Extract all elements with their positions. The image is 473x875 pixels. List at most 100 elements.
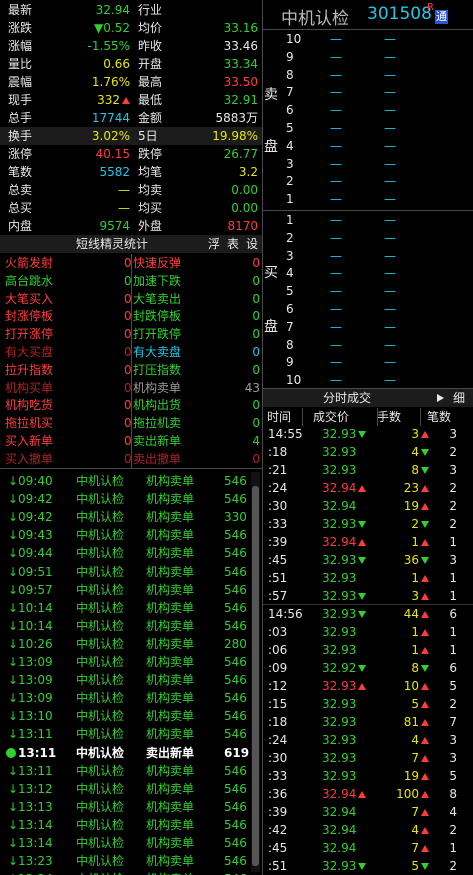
signal-label[interactable]: 买入新单 (5, 432, 53, 450)
signal-label[interactable]: 机构卖单 (133, 379, 181, 397)
tick-row[interactable]: :51 32.93 1 1 (264, 569, 473, 587)
signal-label[interactable]: 大笔卖出 (133, 290, 181, 308)
signal-label[interactable]: 加速下跌 (133, 272, 181, 290)
buy-level[interactable]: 7 — — (284, 318, 473, 336)
sell-level[interactable]: 2 — — (284, 172, 473, 190)
signal-label[interactable]: 火箭发射 (5, 254, 53, 272)
buy-level[interactable]: 3 — — (284, 247, 473, 265)
tick-row[interactable]: 14:55 32.93 3 3 (264, 425, 473, 443)
buy-level[interactable]: 2 — — (284, 229, 473, 247)
settings-tab[interactable]: 设 (246, 235, 258, 253)
tong-badge[interactable]: 通 (435, 10, 448, 24)
sell-level[interactable]: 3 — — (284, 155, 473, 173)
buy-level[interactable]: 5 — — (284, 282, 473, 300)
event-row[interactable]: ↓ 13:11 中机认检 机构卖单 546 (0, 762, 250, 780)
signal-label[interactable]: 有大卖盘 (133, 343, 181, 361)
buy-level[interactable]: 9 — — (284, 353, 473, 371)
sell-level[interactable]: 10 — — (284, 30, 473, 48)
tick-row[interactable]: :03 32.93 1 1 (264, 623, 473, 641)
event-row[interactable]: ↓ 13:09 中机认检 机构卖单 546 (0, 671, 250, 689)
tick-row[interactable]: :39 32.94 7 4 (264, 803, 473, 821)
event-row[interactable]: ↓ 13:14 中机认检 机构卖单 546 (0, 816, 250, 834)
event-row[interactable]: ↓ 09:43 中机认检 机构卖单 546 (0, 526, 250, 544)
event-list-scrollbar[interactable] (251, 472, 260, 872)
event-row[interactable]: ↓ 09:57 中机认检 机构卖单 546 (0, 581, 250, 599)
scrollbar-thumb[interactable] (252, 486, 259, 866)
signal-label[interactable]: 机构吃货 (5, 396, 53, 414)
tick-row[interactable]: :18 32.93 4 2 (264, 443, 473, 461)
event-row[interactable]: ↓ 13:09 中机认检 机构卖单 546 (0, 653, 250, 671)
event-row[interactable]: ↓ 10:14 中机认检 机构卖单 546 (0, 617, 250, 635)
tick-row[interactable]: :06 32.93 1 1 (264, 641, 473, 659)
event-row[interactable]: ↓ 13:13 中机认检 机构卖单 546 (0, 798, 250, 816)
tick-row[interactable]: :33 32.93 2 2 (264, 515, 473, 533)
detail-button[interactable]: 细 (453, 389, 465, 407)
signal-label[interactable]: 拖拉机买 (5, 414, 53, 432)
signal-label[interactable]: 打开涨停 (5, 325, 53, 343)
signal-label[interactable]: 卖出新单 (133, 432, 181, 450)
signal-label[interactable]: 机构出货 (133, 396, 181, 414)
event-row[interactable]: ↓ 09:42 中机认检 机构卖单 546 (0, 490, 250, 508)
tick-row[interactable]: :24 32.93 4 3 (264, 731, 473, 749)
sell-level[interactable]: 1 — — (284, 190, 473, 208)
signal-label[interactable]: 有大买盘 (5, 343, 53, 361)
signal-label[interactable]: 封涨停板 (5, 307, 53, 325)
tick-row[interactable]: :36 32.94 100 8 (264, 785, 473, 803)
tick-row[interactable]: :33 32.93 19 5 (264, 767, 473, 785)
signal-label[interactable]: 打开跌停 (133, 325, 181, 343)
event-row[interactable]: ↓ 13:23 中机认检 机构卖单 546 (0, 852, 250, 870)
tick-row[interactable]: :24 32.94 23 2 (264, 479, 473, 497)
sell-level[interactable]: 8 — — (284, 66, 473, 84)
event-row[interactable]: ↓ 09:40 中机认检 机构卖单 546 (0, 472, 250, 490)
tick-row[interactable]: :45 32.93 36 3 (264, 551, 473, 569)
tick-row[interactable]: :30 32.93 7 3 (264, 749, 473, 767)
event-row[interactable]: ↓ 13:10 中机认检 机构卖单 546 (0, 707, 250, 725)
signal-label[interactable]: 买入撤单 (5, 450, 53, 468)
tick-row[interactable]: :09 32.92 8 6 (264, 659, 473, 677)
sell-level[interactable]: 4 — — (284, 137, 473, 155)
event-row[interactable]: ↓ 10:14 中机认检 机构卖单 546 (0, 599, 250, 617)
signal-label[interactable]: 高台跳水 (5, 272, 53, 290)
tick-row[interactable]: :15 32.93 5 2 (264, 695, 473, 713)
sell-level[interactable]: 6 — — (284, 101, 473, 119)
event-row[interactable]: ↓ 13:11 中机认检 机构卖单 546 (0, 725, 250, 743)
signal-label[interactable]: 封跌停板 (133, 307, 181, 325)
tick-row[interactable]: :21 32.93 8 3 (264, 461, 473, 479)
buy-level[interactable]: 8 — — (284, 336, 473, 354)
event-row[interactable]: ↓13:24 中机认检 机构卖单 546 (0, 870, 250, 875)
signal-label[interactable]: 大笔买入 (5, 290, 53, 308)
signal-label[interactable]: 卖出撤单 (133, 450, 181, 468)
tick-row[interactable]: :45 32.94 7 1 (264, 839, 473, 857)
play-icon[interactable] (437, 394, 444, 402)
signal-label[interactable]: 拉升指数 (5, 361, 53, 379)
sell-level[interactable]: 5 — — (284, 119, 473, 137)
tick-row[interactable]: :51 32.93 5 2 (264, 857, 473, 875)
sell-level[interactable]: 7 — — (284, 83, 473, 101)
signal-label[interactable]: 拖拉机卖 (133, 414, 181, 432)
event-row[interactable]: ↓ 13:12 中机认检 机构卖单 546 (0, 780, 250, 798)
event-row[interactable]: ↓ 09:42 中机认检 机构卖单 330 (0, 508, 250, 526)
event-row[interactable]: ↓ 13:09 中机认检 机构卖单 546 (0, 689, 250, 707)
sell-level[interactable]: 9 — — (284, 48, 473, 66)
signal-label[interactable]: 打压指数 (133, 361, 181, 379)
tick-row[interactable]: :12 32.93 10 5 (264, 677, 473, 695)
buy-level[interactable]: 1 — — (284, 211, 473, 229)
event-row[interactable]: ↓ 09:44 中机认检 机构卖单 546 (0, 544, 250, 562)
event-row[interactable]: ↓ 10:26 中机认检 机构卖单 280 (0, 635, 250, 653)
signal-label[interactable]: 机构买单 (5, 379, 53, 397)
event-row[interactable]: ↓ 13:14 中机认检 机构卖单 546 (0, 834, 250, 852)
buy-level[interactable]: 10 — — (284, 371, 473, 389)
tick-row[interactable]: :39 32.94 1 1 (264, 533, 473, 551)
buy-level[interactable]: 6 — — (284, 300, 473, 318)
signal-label[interactable]: 快速反弹 (133, 254, 181, 272)
tick-row[interactable]: :18 32.93 81 7 (264, 713, 473, 731)
table-tab[interactable]: 表 (227, 235, 239, 253)
tick-row[interactable]: 14:56 32.93 44 6 (264, 605, 473, 623)
tick-row[interactable]: :42 32.94 4 2 (264, 821, 473, 839)
float-tab[interactable]: 浮 (208, 235, 220, 253)
event-row[interactable]: 13:11 中机认检 卖出新单 619 (0, 744, 250, 762)
buy-level[interactable]: 4 — — (284, 264, 473, 282)
tick-row[interactable]: :30 32.94 19 2 (264, 497, 473, 515)
tick-row[interactable]: :57 32.93 3 1 (264, 587, 473, 605)
event-row[interactable]: ↓ 09:51 中机认检 机构卖单 546 (0, 563, 250, 581)
